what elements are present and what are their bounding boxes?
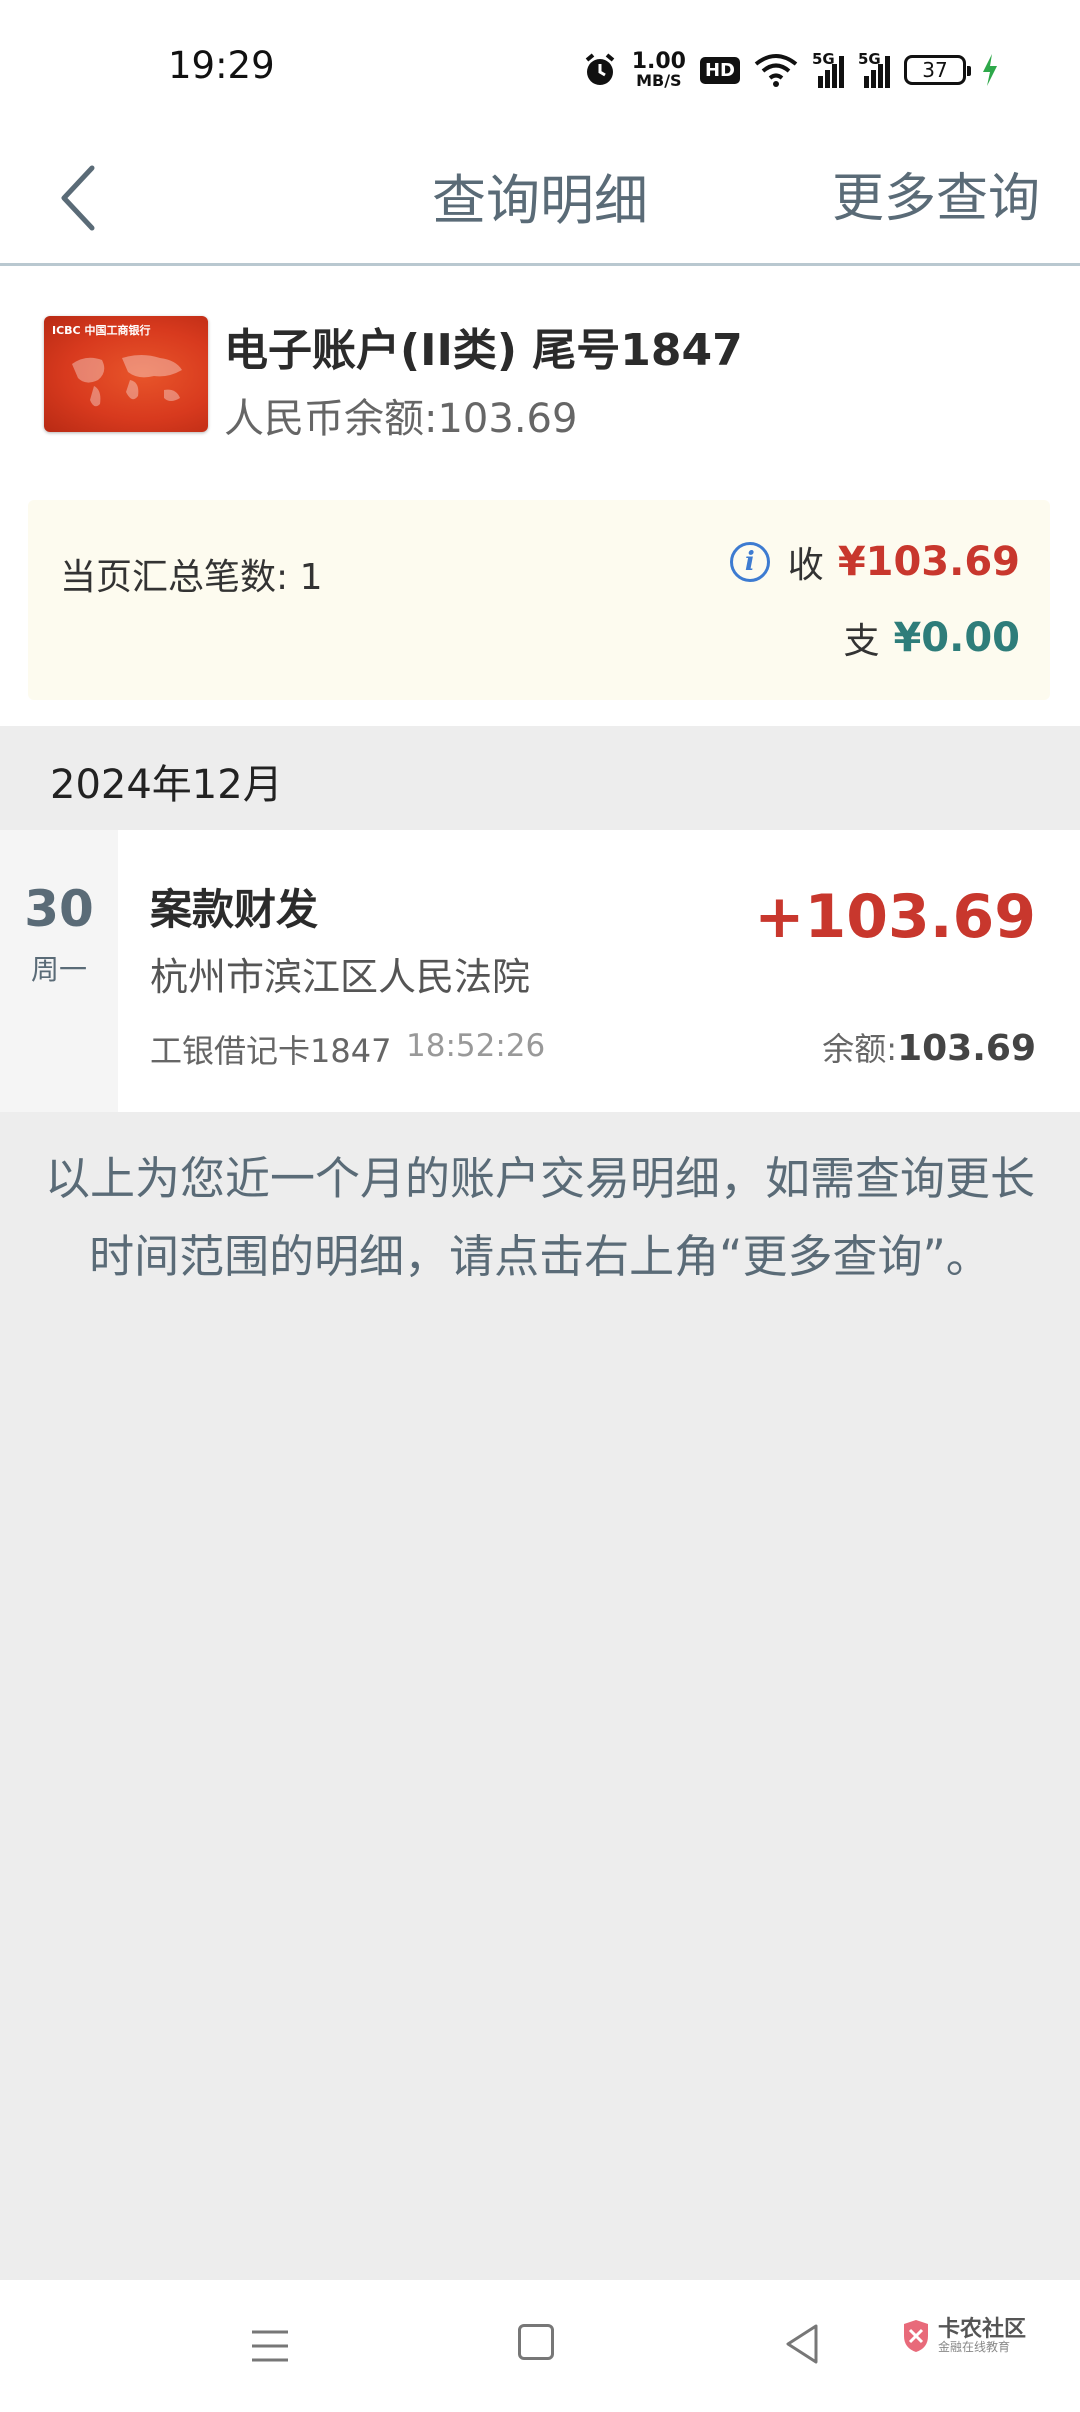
watermark-title: 卡农社区 <box>938 2317 1027 2343</box>
network-speed-unit: MB/S <box>636 71 682 90</box>
transaction-card: 工银借记卡1847 <box>150 1032 392 1070</box>
transaction-day: 30 <box>24 880 94 938</box>
income-amount: ¥103.69 <box>837 539 1020 585</box>
transaction-date: 30 周一 <box>0 830 118 1112</box>
account-section: ICBC 中国工商银行 电子账户(II类) 尾号1847 人民币余额:103.6… <box>0 266 1080 726</box>
signal-icon: 5G <box>812 50 844 88</box>
status-icons: 1.00 MB/S HD 5G 5G 37 <box>582 40 1000 100</box>
info-icon[interactable]: i <box>729 542 770 582</box>
status-bar: 19:29 1.00 MB/S HD 5G 5G 37 <box>0 0 1080 130</box>
watermark-subtitle: 金融在线教育 <box>938 2340 1011 2355</box>
transaction-time: 18:52:26 <box>406 1028 546 1064</box>
charging-icon <box>983 54 997 86</box>
home-icon[interactable] <box>518 2324 554 2360</box>
app-header: 查询明细 更多查询 <box>0 130 1080 266</box>
battery-level: 37 <box>922 58 948 82</box>
watermark: 卡农社区 金融在线教育 <box>900 2318 1026 2354</box>
expense-amount: ¥0.00 <box>893 615 1020 661</box>
more-query-button[interactable]: 更多查询 <box>832 156 1040 231</box>
account-name: 电子账户(II类) 尾号1847 <box>224 325 743 376</box>
signal-icon: 5G <box>858 50 890 88</box>
income-label: 收 <box>787 545 824 586</box>
month-label: 2024年12月 <box>50 762 283 808</box>
menu-icon[interactable] <box>250 2326 290 2366</box>
watermark-logo-icon <box>904 2320 928 2352</box>
battery-icon: 37 <box>904 55 971 85</box>
card-bank-text: ICBC 中国工商银行 <box>52 324 151 337</box>
expense-summary: 支 ¥0.00 <box>843 612 1020 664</box>
status-time: 19:29 <box>168 44 275 87</box>
query-range-note: 以上为您近一个月的账户交易明细，如需查询更长时间范围的明细，请点击右上角“更多查… <box>44 1152 1035 1283</box>
signal-label: 5G <box>812 50 835 68</box>
account-balance: 人民币余额:103.69 <box>224 396 578 442</box>
world-map-graphic <box>72 355 182 407</box>
transaction-balance-label: 余额: <box>822 1030 898 1068</box>
summary-count: 当页汇总笔数: 1 <box>60 557 323 598</box>
transaction-weekday: 周一 <box>30 953 87 986</box>
transaction-balance-value: 103.69 <box>897 1028 1036 1069</box>
system-nav-bar: 卡农社区 金融在线教育 <box>0 2280 1080 2412</box>
month-header: 2024年12月 <box>0 726 1080 830</box>
bank-card-image: ICBC 中国工商银行 <box>44 316 208 432</box>
transaction-balance: 余额:103.69 <box>822 1024 1036 1070</box>
back-triangle-icon[interactable] <box>782 2322 822 2366</box>
transaction-counterparty: 杭州市滨江区人民法院 <box>150 955 531 999</box>
transaction-row[interactable]: 30 周一 案款财发 杭州市滨江区人民法院 工银借记卡1847 18:52:26… <box>0 830 1080 1112</box>
income-summary: i 收 ¥103.69 <box>729 536 1020 588</box>
signal-label: 5G <box>858 50 881 68</box>
hd-icon: HD <box>699 56 740 84</box>
transaction-amount: +103.69 <box>754 882 1036 952</box>
network-speed: 1.00 MB/S <box>632 51 686 89</box>
network-speed-value: 1.00 <box>631 49 686 74</box>
wifi-icon <box>754 54 798 87</box>
transaction-title: 案款财发 <box>150 885 319 934</box>
page-summary: 当页汇总笔数: 1 i 收 ¥103.69 支 ¥0.00 <box>28 500 1050 700</box>
expense-label: 支 <box>843 621 880 662</box>
alarm-icon <box>585 53 614 85</box>
